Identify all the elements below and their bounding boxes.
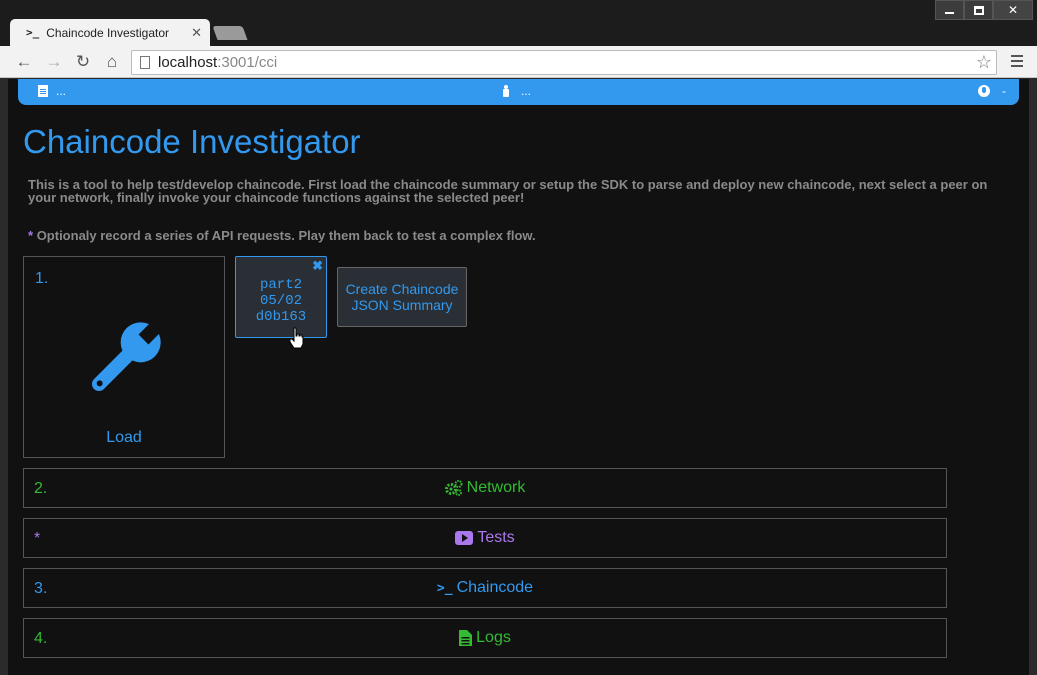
menu-icon[interactable]	[1011, 55, 1023, 70]
note-star: *	[28, 228, 34, 243]
close-icon[interactable]: ✕	[191, 25, 202, 41]
create-chaincode-summary-button[interactable]: Create Chaincode JSON Summary	[337, 267, 467, 327]
cogs-icon	[444, 480, 463, 496]
logs-label: Logs	[476, 629, 511, 646]
page-content: ... ... - Chaincode Investigator This is…	[8, 79, 1029, 675]
tests-section[interactable]: * Tests	[23, 518, 947, 558]
file-icon	[459, 630, 473, 646]
reload-icon[interactable]: ↻	[72, 51, 94, 73]
page-title: Chaincode Investigator	[23, 123, 361, 160]
maximize-button[interactable]	[964, 0, 993, 20]
create-button-line1: Create Chaincode	[345, 281, 459, 297]
user-icon	[502, 85, 510, 97]
address-bar[interactable]: localhost :3001/cci ☆	[131, 50, 997, 75]
network-section[interactable]: 2. Network	[23, 468, 947, 508]
create-button-line2: JSON Summary	[351, 297, 453, 313]
appbar-file-status[interactable]: ...	[38, 84, 66, 98]
terminal-icon: >_	[26, 26, 40, 39]
play-icon	[455, 531, 474, 545]
file-name: part2	[259, 277, 302, 293]
intro-text: This is a tool to help test/develop chai…	[28, 177, 988, 205]
appbar-user-text: ...	[521, 84, 532, 98]
back-arrow-icon[interactable]: ←	[13, 51, 35, 73]
loaded-file-card[interactable]: ✖ part2 05/02 d0b163	[235, 256, 327, 338]
minimize-button[interactable]	[935, 0, 964, 20]
browser-tab[interactable]: >_ Chaincode Investigator ✕	[10, 19, 210, 46]
load-label: Load	[106, 429, 142, 446]
page-icon	[140, 56, 150, 69]
appbar-file-text: ...	[56, 84, 67, 98]
url-path: :3001/cci	[217, 54, 278, 71]
url-host: localhost	[158, 54, 218, 71]
appbar-network-status[interactable]: -	[978, 84, 1006, 98]
terminal-icon: >_	[436, 580, 453, 596]
load-step-number: 1.	[35, 270, 49, 287]
app-top-bar: ... ... -	[18, 79, 1019, 105]
note-text: Optionaly record a series of API request…	[36, 228, 536, 243]
file-date: 05/02	[259, 293, 302, 309]
remove-file-icon[interactable]: ✖	[312, 258, 323, 274]
globe-icon	[978, 85, 990, 97]
window-close-button[interactable]: ✕	[993, 0, 1033, 20]
appbar-user-status[interactable]: ...	[502, 84, 531, 98]
file-icon	[38, 85, 48, 97]
wrench-icon	[91, 320, 163, 392]
chaincode-section[interactable]: 3. >_ Chaincode	[23, 568, 947, 608]
window-controls: ✕	[935, 0, 1033, 20]
bookmark-star-icon[interactable]: ☆	[976, 52, 992, 73]
network-label: Network	[466, 479, 526, 496]
forward-arrow-icon[interactable]: →	[43, 51, 65, 73]
window-right-edge	[1029, 79, 1037, 675]
browser-titlebar: >_ Chaincode Investigator ✕ ✕	[0, 0, 1037, 46]
home-icon[interactable]: ⌂	[101, 51, 123, 73]
new-tab-button[interactable]	[212, 26, 248, 40]
hand-cursor-icon	[289, 327, 304, 349]
logs-section[interactable]: 4. Logs	[23, 618, 947, 658]
browser-toolbar: ← → ↻ ⌂ localhost :3001/cci ☆	[0, 46, 1037, 78]
load-panel[interactable]: 1. Load	[23, 256, 225, 458]
tests-label: Tests	[477, 529, 515, 546]
chaincode-label: Chaincode	[456, 579, 534, 596]
record-note: * Optionaly record a series of API reque…	[28, 228, 536, 243]
appbar-network-text: -	[1002, 84, 1006, 98]
tab-title: Chaincode Investigator	[46, 25, 169, 40]
file-hash: d0b163	[255, 309, 307, 325]
